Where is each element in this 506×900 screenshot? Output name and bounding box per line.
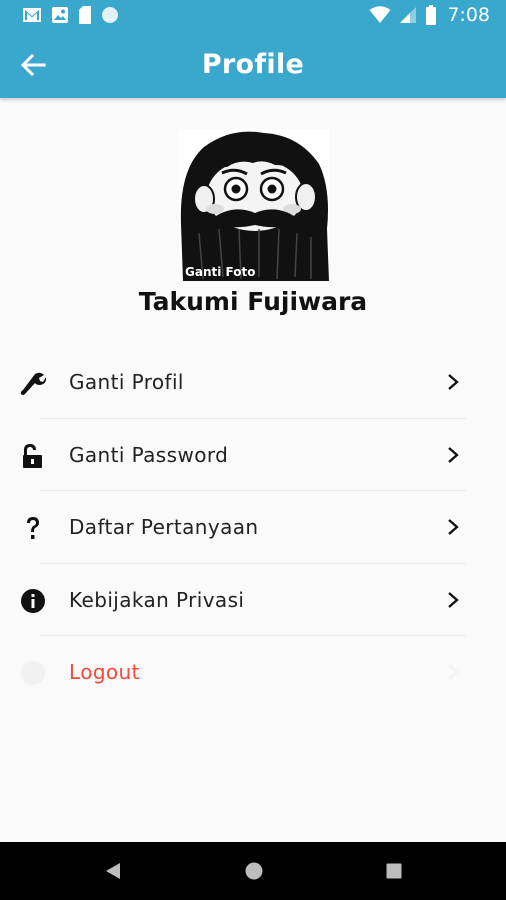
- page-title: Profile: [201, 49, 305, 80]
- profile-menu: Ganti Profil Ganti Password Daftar Perta…: [0, 346, 506, 709]
- chevron-right-icon: [448, 446, 459, 463]
- chevron-right-icon: [448, 664, 459, 680]
- recents-square-icon[interactable]: [385, 861, 403, 881]
- system-icons: 7:08: [369, 4, 490, 26]
- status-time: 7:08: [447, 4, 490, 26]
- user-name: Takumi Fujiwara: [138, 287, 368, 316]
- notification-icons: [22, 6, 119, 24]
- status-bar: 7:08: [0, 0, 506, 32]
- unlock-icon: [23, 443, 42, 468]
- home-circle-icon[interactable]: [244, 861, 264, 881]
- menu-item-ganti-profil[interactable]: Ganti Profil: [0, 346, 506, 419]
- menu-label: Daftar Pertanyaan: [69, 515, 259, 539]
- menu-label: Ganti Profil: [69, 370, 184, 394]
- info-icon: [21, 588, 45, 613]
- app-bar: Profile: [0, 32, 506, 98]
- signal-icon: [400, 7, 417, 23]
- navigation-bar: [0, 842, 506, 900]
- question-icon: [27, 517, 39, 539]
- menu-item-daftar-pertanyaan[interactable]: Daftar Pertanyaan: [0, 491, 506, 564]
- change-photo-label[interactable]: Ganti Foto: [185, 265, 255, 279]
- chevron-right-icon: [448, 519, 459, 535]
- wrench-icon: [20, 372, 46, 395]
- chevron-right-icon: [448, 374, 459, 390]
- battery-icon: [426, 5, 437, 25]
- back-triangle-icon[interactable]: [104, 861, 122, 881]
- circle-icon: [102, 7, 118, 23]
- wifi-icon: [369, 6, 391, 23]
- logout-icon: [21, 661, 45, 685]
- avatar[interactable]: Ganti Foto: [179, 129, 329, 281]
- gmail-icon: [23, 8, 41, 22]
- chevron-right-icon: [448, 591, 459, 608]
- menu-label: Kebijakan Privasi: [69, 587, 245, 612]
- menu-label: Ganti Password: [69, 442, 229, 467]
- sim-icon: [79, 6, 91, 24]
- menu-item-logout[interactable]: Logout: [0, 636, 506, 709]
- photo-icon: [52, 7, 68, 23]
- menu-item-kebijakan-privasi[interactable]: Kebijakan Privasi: [0, 564, 506, 636]
- menu-item-ganti-password[interactable]: Ganti Password: [0, 419, 506, 491]
- logout-label: Logout: [69, 660, 140, 684]
- avatar-image: [179, 129, 329, 281]
